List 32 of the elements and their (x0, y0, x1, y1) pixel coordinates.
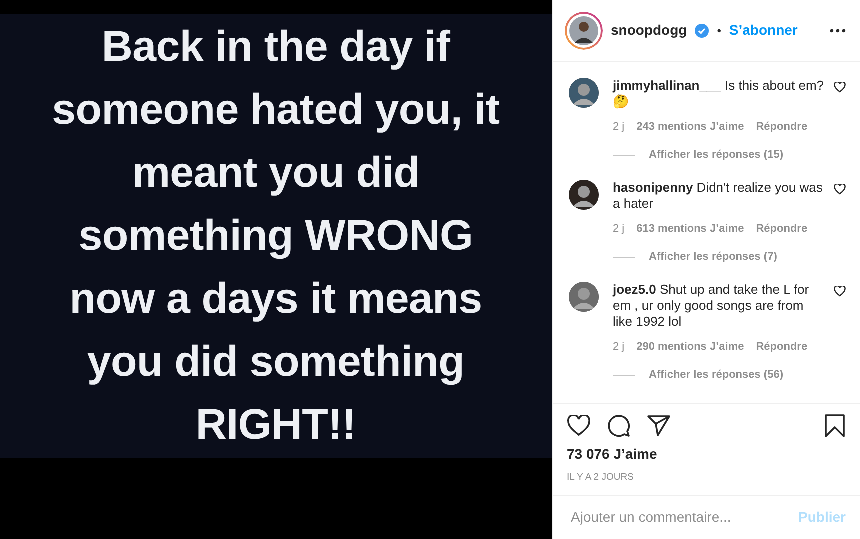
comment-likes[interactable]: 243 mentions J’aime (636, 120, 744, 134)
comment-time: 2 j (613, 222, 625, 236)
separator-dot: • (717, 22, 722, 40)
like-comment-button[interactable] (834, 82, 846, 93)
like-button[interactable] (567, 414, 591, 437)
share-button[interactable] (647, 414, 671, 437)
likes-count[interactable]: 73 076 J’aime (567, 444, 846, 465)
comment-time: 2 j (613, 340, 625, 354)
follow-button[interactable]: S’abonner (729, 20, 798, 41)
like-comment-button[interactable] (834, 184, 846, 195)
commenter-avatar[interactable] (569, 78, 599, 108)
comment-likes[interactable]: 290 mentions J’aime (636, 340, 744, 354)
reply-button[interactable]: Répondre (756, 222, 808, 236)
view-replies-button[interactable]: Afficher les réponses (15) (649, 148, 784, 162)
like-comment-button[interactable] (834, 286, 846, 297)
reply-button[interactable]: Répondre (756, 120, 808, 134)
comment-text: jimmyhallinan___ Is this about em? 🤔 (613, 78, 826, 110)
post-date: IL Y A 2 JOURS (567, 470, 635, 485)
comment-text: hasonipenny Didn't realize you was a hater (613, 180, 824, 212)
comment-time: 2 j (613, 120, 625, 134)
username[interactable]: snoopdogg (611, 20, 688, 41)
post-image-text: Back in the day if someone hated you, it meant you did something WRONG now a days it means you did something RIGHT!! (52, 22, 500, 450)
comment-likes[interactable]: 613 mentions J’aime (636, 222, 744, 236)
reply-button[interactable]: Répondre (756, 340, 808, 354)
view-replies-button[interactable]: Afficher les réponses (56) (649, 368, 784, 382)
more-options-icon[interactable] (830, 28, 846, 32)
commenter-avatar[interactable] (569, 180, 599, 210)
comment-text: joez5.0 Shut up and take the L for em , ur only good songs are from like 1992 lol (613, 282, 810, 330)
view-replies-button[interactable]: Afficher les réponses (7) (649, 250, 778, 264)
save-button[interactable] (824, 414, 846, 438)
avatar[interactable] (565, 12, 603, 50)
comment-button[interactable] (607, 414, 631, 438)
